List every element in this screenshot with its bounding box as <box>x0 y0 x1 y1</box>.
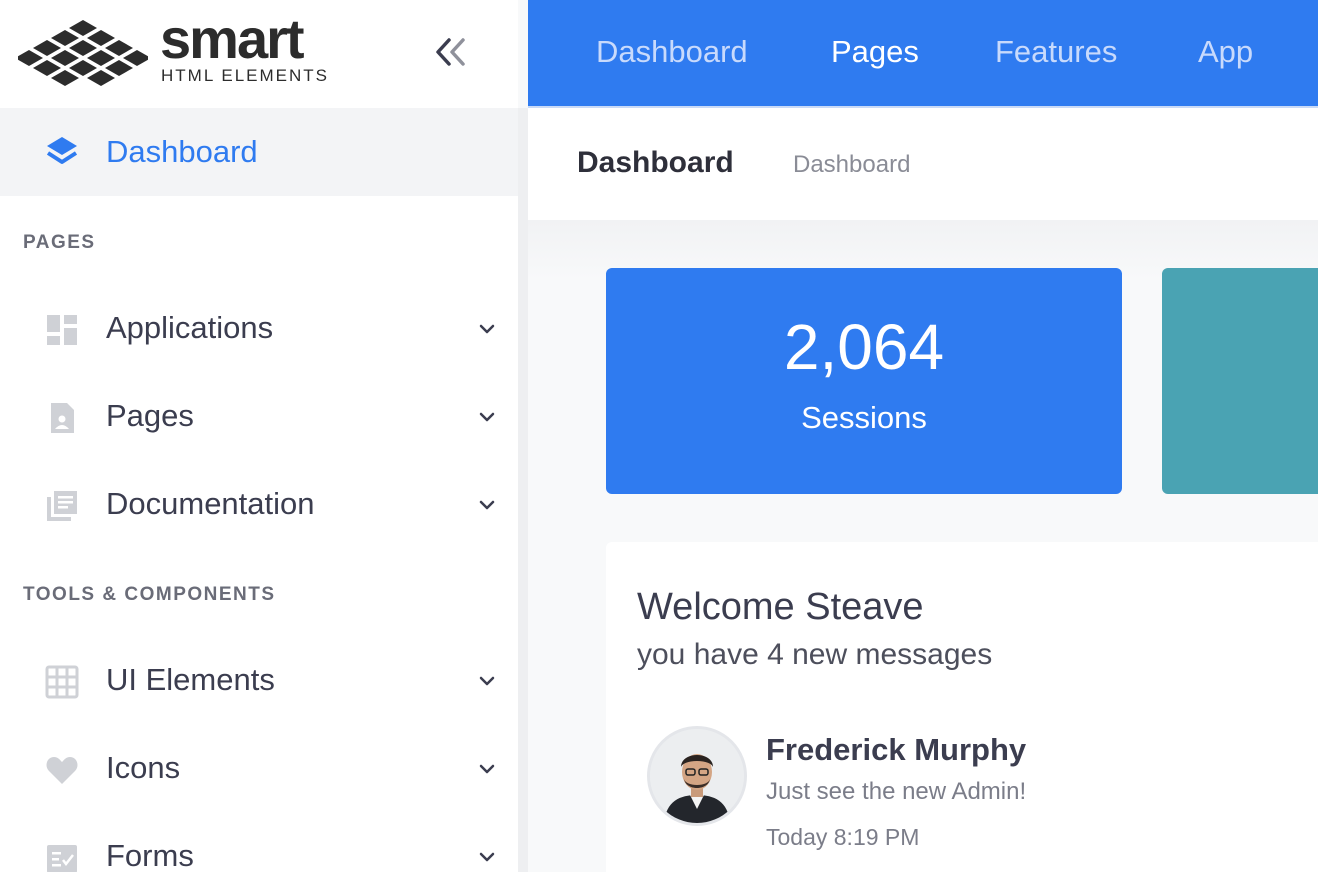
form-checklist-icon <box>47 845 77 872</box>
message-preview: Just see the new Admin! <box>766 778 1027 805</box>
document-icon <box>51 403 74 433</box>
stat-card-sessions[interactable]: 2,064 Sessions <box>606 268 1122 494</box>
page-header: Dashboard Dashboard <box>528 108 1318 220</box>
message-timestamp: Today 8:19 PM <box>766 824 920 850</box>
dashboard-grid-icon <box>47 315 77 345</box>
sidebar-item-applications[interactable]: Applications <box>0 294 518 366</box>
double-chevron-left-icon <box>436 38 465 66</box>
welcome-subtitle: you have 4 new messages <box>637 638 993 671</box>
sidebar-item-label: Forms <box>106 838 194 872</box>
collapse-sidebar-button[interactable] <box>428 32 472 72</box>
sidebar-scrollbar[interactable] <box>518 108 528 872</box>
message-sender-name[interactable]: Frederick Murphy <box>766 732 1026 768</box>
sidebar-item-label: UI Elements <box>106 662 275 697</box>
chevron-down-icon <box>479 324 495 334</box>
sidebar-item-label: Dashboard <box>106 134 258 169</box>
sidebar: smart HTML ELEMENTS Dashboard PAGES Appl… <box>0 0 518 872</box>
user-photo-icon <box>650 729 744 823</box>
sidebar-item-documentation[interactable]: Documentation <box>0 470 518 542</box>
topnav-link-features[interactable]: Features <box>995 34 1117 70</box>
sidebar-item-label: Icons <box>106 750 181 785</box>
topnav-link-pages[interactable]: Pages <box>831 34 919 70</box>
brand-name: smart <box>160 7 305 70</box>
stat-value: 2,064 <box>783 311 945 383</box>
sidebar-item-forms[interactable]: Forms <box>0 822 518 872</box>
stat-label: Sessions <box>801 400 927 435</box>
breadcrumb[interactable]: Dashboard <box>793 151 910 179</box>
section-title-pages: PAGES <box>23 232 96 253</box>
sidebar-item-label: Documentation <box>106 486 315 521</box>
smart-logo-icon <box>18 20 148 86</box>
chevron-down-icon <box>479 852 495 862</box>
stat-card-secondary[interactable] <box>1162 268 1318 494</box>
topnav-link-app[interactable]: App <box>1198 34 1253 70</box>
welcome-title: Welcome Steave <box>637 586 924 628</box>
brand-subtitle: HTML ELEMENTS <box>161 66 330 85</box>
topnav-link-dashboard[interactable]: Dashboard <box>596 34 748 70</box>
sidebar-item-label: Pages <box>106 398 194 433</box>
section-title-tools-components: TOOLS & COMPONENTS <box>23 584 276 605</box>
sidebar-item-pages[interactable]: Pages <box>0 382 518 454</box>
sidebar-item-ui-elements[interactable]: UI Elements <box>0 646 518 718</box>
top-navbar: Dashboard Pages Features App <box>528 0 1318 106</box>
chevron-down-icon <box>479 676 495 686</box>
chevron-down-icon <box>479 500 495 510</box>
heart-icon <box>46 757 78 784</box>
chevron-down-icon <box>479 412 495 422</box>
chevron-down-icon <box>479 764 495 774</box>
welcome-card: Welcome Steave you have 4 new messages F… <box>606 542 1318 872</box>
page-title: Dashboard <box>577 146 734 179</box>
avatar[interactable] <box>647 726 747 826</box>
sidebar-item-icons[interactable]: Icons <box>0 734 518 806</box>
library-books-icon <box>47 491 77 521</box>
layers-icon <box>46 137 78 164</box>
grid-icon <box>45 665 79 699</box>
sidebar-item-label: Applications <box>106 310 274 345</box>
sidebar-item-dashboard[interactable]: Dashboard <box>0 108 518 196</box>
